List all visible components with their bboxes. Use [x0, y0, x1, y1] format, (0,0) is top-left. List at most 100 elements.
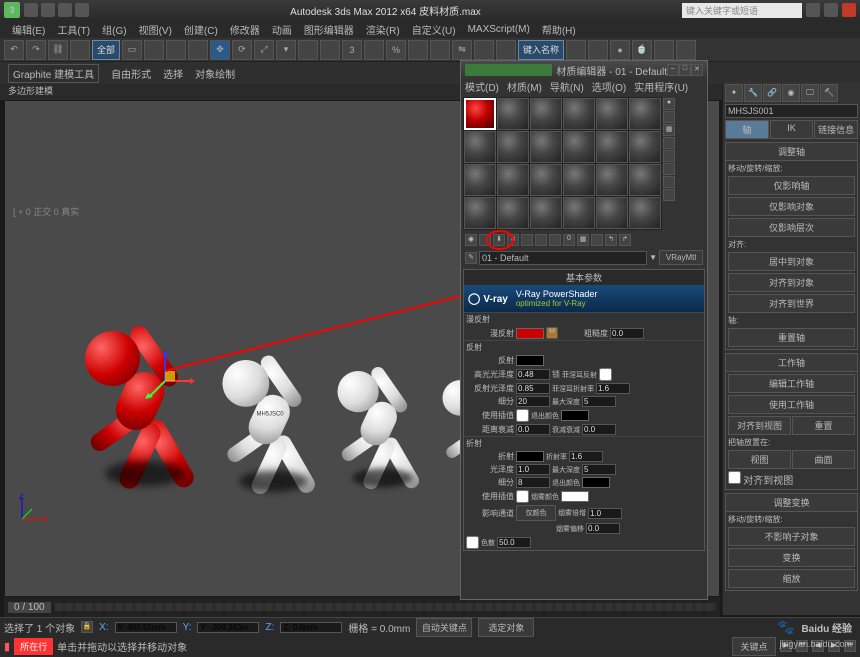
select-scale-button[interactable]: ⤢: [254, 40, 274, 60]
material-slot[interactable]: [629, 131, 661, 163]
menu-group[interactable]: 组(G): [98, 22, 130, 37]
close-button[interactable]: [842, 3, 856, 17]
mat-menu-modes[interactable]: 模式(D): [465, 79, 499, 95]
material-slot[interactable]: [629, 164, 661, 196]
script-listener-icon[interactable]: ▮: [4, 640, 10, 653]
select-region-button[interactable]: [166, 40, 186, 60]
menu-maxscript[interactable]: MAXScript(M): [464, 24, 534, 35]
sample-type-icon[interactable]: ●: [663, 98, 675, 110]
named-sel-set[interactable]: [430, 40, 450, 60]
use-working-pivot-button[interactable]: 使用工作轴: [728, 395, 855, 414]
dont-affect-children-button[interactable]: 不影响子对象: [728, 527, 855, 546]
material-slot[interactable]: [497, 131, 529, 163]
reset-pivot-button[interactable]: 重置轴: [728, 328, 855, 347]
play-button[interactable]: ▶: [780, 640, 792, 652]
material-slot[interactable]: [629, 98, 661, 130]
material-name-input[interactable]: [479, 251, 647, 265]
go-forward-icon[interactable]: ↱: [619, 234, 631, 246]
mat-maximize-button[interactable]: □: [679, 64, 691, 76]
ribbon-tab-freeform[interactable]: 自由形式: [111, 66, 151, 81]
select-rotate-button[interactable]: ⟳: [232, 40, 252, 60]
percent-snap-button[interactable]: %: [386, 40, 406, 60]
refr-exit-swatch[interactable]: [582, 477, 610, 488]
set-key-button[interactable]: 关键点: [732, 637, 776, 656]
mat-menu-material[interactable]: 材质(M): [507, 79, 542, 95]
maximize-button[interactable]: [824, 3, 838, 17]
coord-z-input[interactable]: [280, 622, 342, 633]
next-frame-icon[interactable]: ▶: [828, 640, 840, 652]
qat-save-icon[interactable]: [41, 3, 55, 17]
max-depth-spinner[interactable]: [582, 396, 616, 407]
diffuse-map-button[interactable]: M: [546, 327, 558, 339]
reset-wp-button[interactable]: 重置: [792, 416, 855, 435]
menu-tools[interactable]: 工具(T): [53, 22, 94, 37]
render-frame-button[interactable]: [654, 40, 674, 60]
mat-close-button[interactable]: ✕: [691, 64, 703, 76]
backlight-icon[interactable]: [663, 111, 675, 123]
coord-x-input[interactable]: [115, 622, 177, 633]
snap-toggle-button[interactable]: 3: [342, 40, 362, 60]
fresnel-checkbox[interactable]: [599, 368, 612, 381]
ribbon-tab-paint[interactable]: 对象绘制: [195, 66, 235, 81]
material-slot[interactable]: [530, 131, 562, 163]
window-crossing-button[interactable]: [188, 40, 208, 60]
fresnel-ior-spinner[interactable]: [596, 383, 630, 394]
coord-y-input[interactable]: [197, 622, 259, 633]
align-button[interactable]: [474, 40, 494, 60]
scale-button[interactable]: 缩放: [728, 569, 855, 588]
qat-undo-icon[interactable]: [58, 3, 72, 17]
display-tab-icon[interactable]: 🖵: [801, 84, 819, 102]
motion-tab-icon[interactable]: ◉: [782, 84, 800, 102]
material-slot[interactable]: [530, 98, 562, 130]
time-slider[interactable]: 0 / 100: [4, 597, 720, 617]
subdiv-spinner[interactable]: [516, 396, 550, 407]
mirror-button[interactable]: ⇋: [452, 40, 472, 60]
object-name-input[interactable]: [725, 104, 858, 118]
utilities-tab-icon[interactable]: 🔨: [820, 84, 838, 102]
get-material-icon[interactable]: ◉: [465, 234, 477, 246]
menu-animation[interactable]: 动画: [268, 22, 296, 37]
transform-button[interactable]: 变换: [728, 548, 855, 567]
linkinfo-tab[interactable]: 链接信息: [814, 120, 858, 139]
surface-button[interactable]: 曲面: [792, 450, 855, 469]
affect-hierarchy-button[interactable]: 仅影响层次: [728, 218, 855, 237]
goto-start-icon[interactable]: ⏮: [796, 640, 808, 652]
material-slot[interactable]: [596, 197, 628, 229]
working-pivot-rollout[interactable]: 工作轴: [726, 354, 857, 372]
curve-editor-button[interactable]: [566, 40, 586, 60]
show-end-result-icon[interactable]: [591, 234, 603, 246]
use-interp-checkbox[interactable]: [516, 409, 529, 422]
sample-uv-icon[interactable]: [663, 137, 675, 149]
pick-material-icon[interactable]: ✎: [465, 252, 477, 264]
menu-views[interactable]: 视图(V): [135, 22, 176, 37]
material-editor-button[interactable]: ●: [610, 40, 630, 60]
qat-redo-icon[interactable]: [75, 3, 89, 17]
scene-object-red[interactable]: [75, 301, 195, 481]
align-to-world-button[interactable]: 对齐到世界: [728, 294, 855, 313]
render-setup-button[interactable]: 🍵: [632, 40, 652, 60]
put-to-library-icon[interactable]: [549, 234, 561, 246]
adjust-transform-rollout[interactable]: 调整变换: [726, 494, 857, 512]
schematic-view-button[interactable]: [588, 40, 608, 60]
ik-tab[interactable]: IK: [770, 120, 814, 139]
mat-menu-options[interactable]: 选项(O): [592, 79, 626, 95]
modify-tab-icon[interactable]: 🔧: [744, 84, 762, 102]
scene-object-white-1[interactable]: MH5JSC0: [214, 335, 316, 488]
adjust-pivot-rollout[interactable]: 调整轴: [726, 143, 857, 161]
material-type-button[interactable]: VRayMtl: [659, 250, 703, 265]
unlink-button[interactable]: [70, 40, 90, 60]
menu-rendering[interactable]: 渲染(R): [362, 22, 404, 37]
fog-color-swatch[interactable]: [561, 491, 589, 502]
ior-spinner[interactable]: [569, 451, 603, 462]
menu-create[interactable]: 创建(C): [180, 22, 222, 37]
show-in-viewport-icon[interactable]: ▦: [577, 234, 589, 246]
lock-selection-icon[interactable]: 🔒: [81, 621, 93, 633]
ribbon-tab-selection[interactable]: 选择: [163, 66, 183, 81]
video-check-icon[interactable]: [663, 150, 675, 162]
named-selection-input[interactable]: 键入名称: [518, 40, 564, 60]
material-slot[interactable]: [596, 131, 628, 163]
render-button[interactable]: [676, 40, 696, 60]
material-slot[interactable]: [464, 131, 496, 163]
material-slot[interactable]: [563, 164, 595, 196]
center-to-object-button[interactable]: 居中到对象: [728, 252, 855, 271]
